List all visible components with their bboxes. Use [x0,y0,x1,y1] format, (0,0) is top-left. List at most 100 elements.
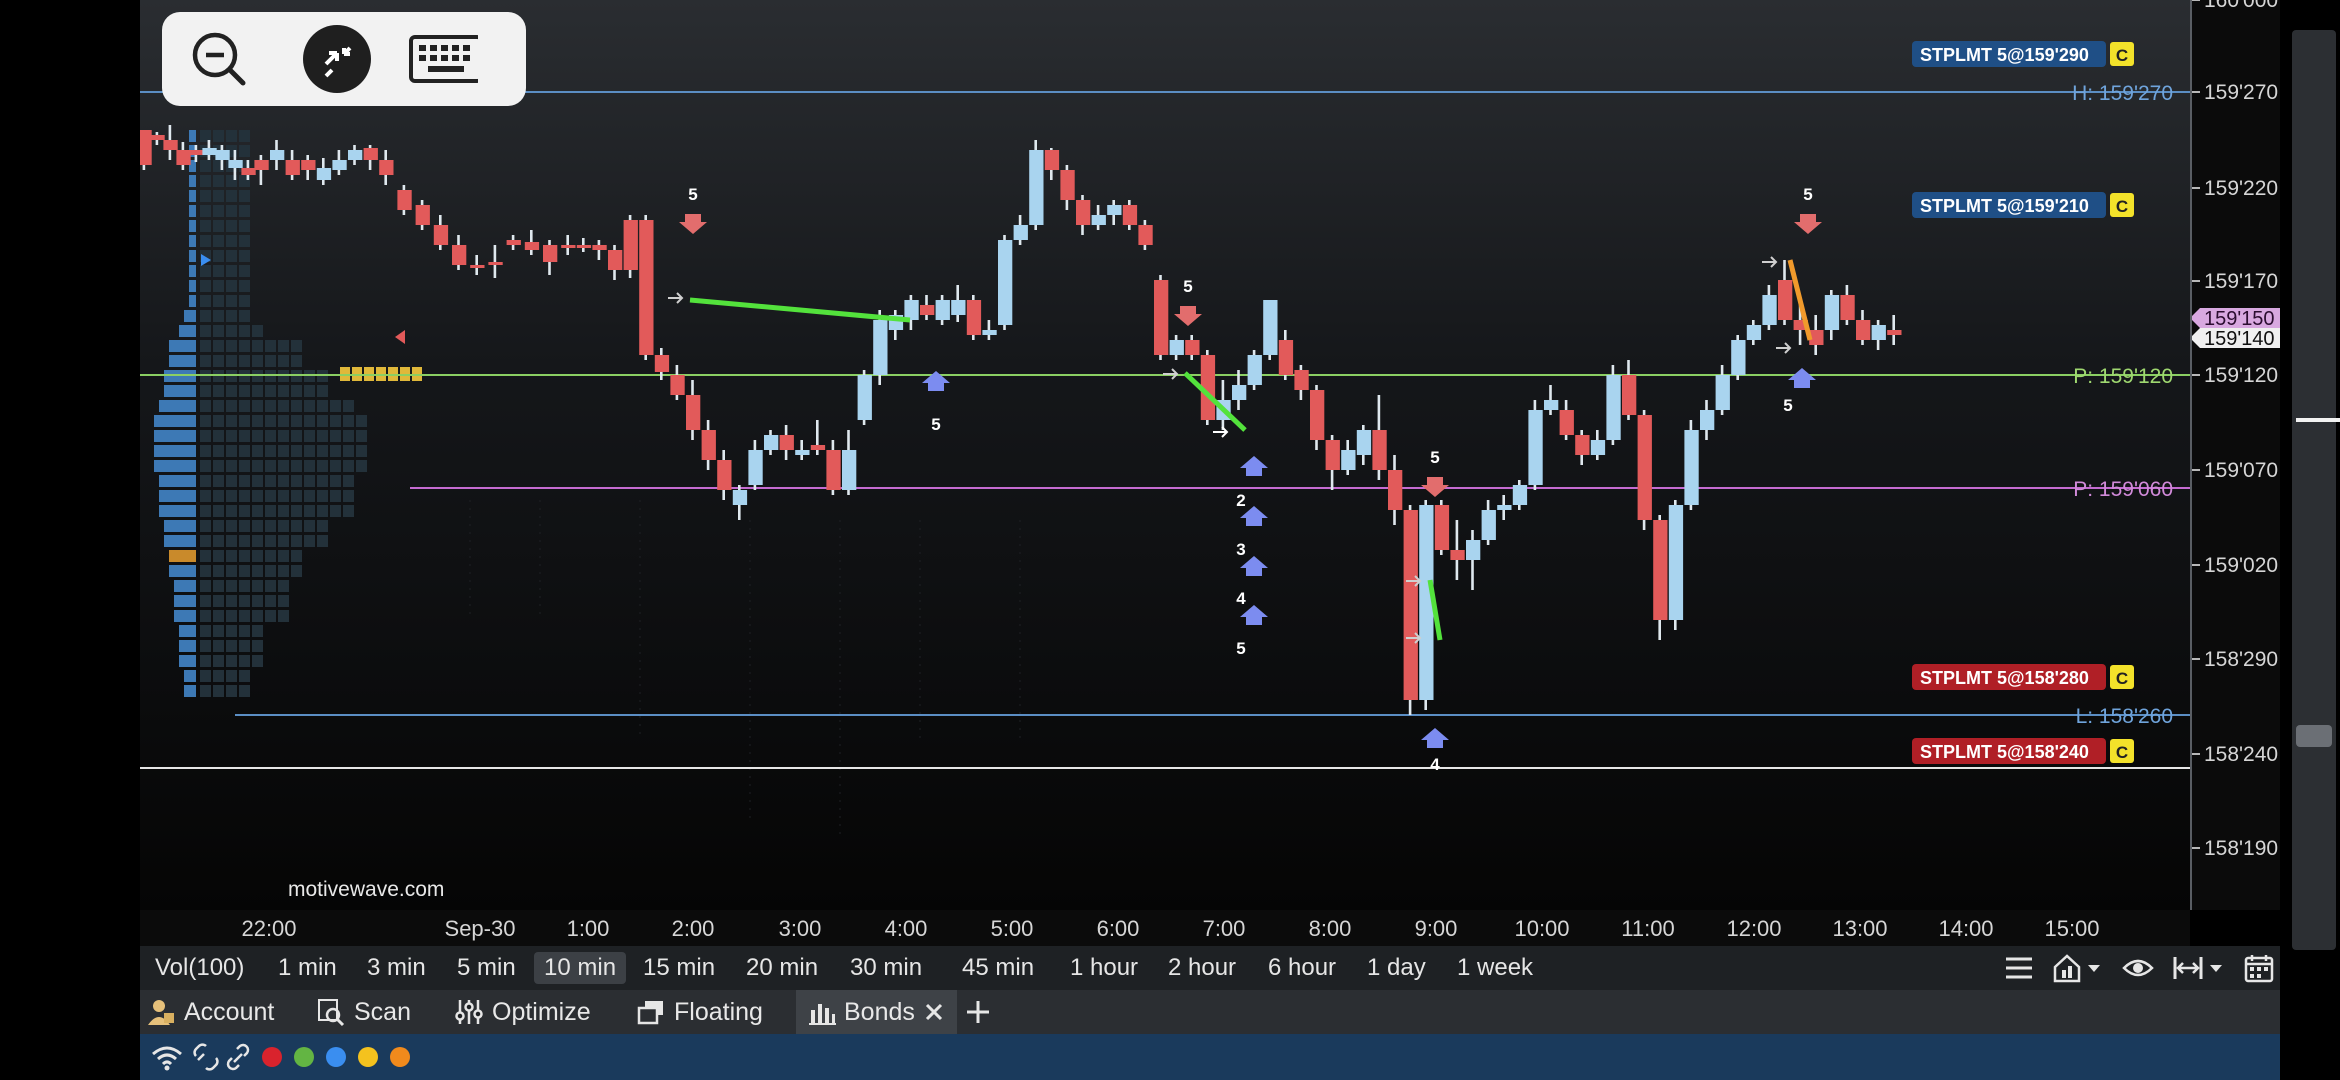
profile-cell [200,445,211,457]
remote-desktop-button[interactable] [302,24,372,94]
order-label-text: STPLMT 5@158'240 [1920,742,2089,762]
price-axis[interactable]: 160'000 159'270 159'220 159'170 159'120 … [2190,0,2282,910]
timeframe-30min[interactable]: 30 min [840,952,932,984]
timeframe-3min[interactable]: 3 min [357,952,436,984]
profile-cell [226,475,237,487]
profile-cell [317,505,328,517]
tab-label: Floating [674,997,763,1026]
timeframe-20min[interactable]: 20 min [736,952,828,984]
volume-bar [179,655,196,667]
profile-cell [330,400,341,412]
profile-cell [278,535,289,547]
price-tick: 159'070 [2204,459,2278,482]
candle-body [1091,215,1106,225]
profile-cell [291,520,302,532]
timeframe-1min[interactable]: 1 min [268,952,347,984]
order-label[interactable]: STPLMT 5@158'240 C [1912,738,2134,764]
close-icon[interactable] [923,1001,945,1023]
volume-bar [159,475,196,487]
profile-cell [278,475,289,487]
tab-scan[interactable]: Scan [316,990,411,1034]
volume-bar [159,505,196,517]
timeframe-15min[interactable]: 15 min [633,952,725,984]
profile-cell [213,175,224,187]
profile-cell [265,445,276,457]
status-bar [140,1034,2280,1080]
profile-cell [226,445,237,457]
price-chart[interactable]: H: 159'270 P: 159'120 P: 159'060 L: 158'… [137,0,2190,910]
cancel-tag[interactable]: C [2116,197,2128,216]
profile-cell [239,610,250,622]
profile-cell [252,520,263,532]
profile-cell [291,550,302,562]
candle-body [654,355,670,372]
order-label[interactable]: STPLMT 5@159'290 C [1912,41,2134,67]
profile-cell [226,505,237,517]
profile-cell [330,475,341,487]
cancel-tag[interactable]: C [2116,46,2128,65]
add-tab-button[interactable] [964,990,992,1034]
profile-cell [200,385,211,397]
volume-bar [184,670,196,682]
timeframe-2hour[interactable]: 2 hour [1158,952,1246,984]
profile-cell [200,265,211,277]
order-label[interactable]: STPLMT 5@158'280 C [1912,664,2134,690]
profile-cell [265,505,276,517]
house-chart-icon[interactable] [2052,953,2104,983]
tab-optimize[interactable]: Optimize [454,990,591,1034]
profile-cell [200,310,211,322]
time-axis[interactable]: 22:00 Sep-30 1:00 2:00 3:00 4:00 5:00 6:… [140,910,2190,946]
candle-body [779,435,794,450]
remote-desktop-icon [303,25,371,93]
profile-cell [330,490,341,502]
keyboard-button[interactable] [408,24,478,94]
scroll-indicator [2296,418,2340,422]
timeframe-5min[interactable]: 5 min [447,952,526,984]
candle-body [1762,295,1777,325]
profile-cell [265,385,276,397]
timeframe-6hour[interactable]: 6 hour [1258,952,1346,984]
profile-cell [213,475,224,487]
tab-floating[interactable]: Floating [636,990,763,1034]
timeframe-10min[interactable]: 10 min [534,952,627,984]
profile-cell [252,400,263,412]
tab-bonds[interactable]: Bonds [796,990,957,1034]
timeframe-1week[interactable]: 1 week [1447,952,1543,984]
candle-body [686,395,701,430]
candle-body [982,330,997,335]
cancel-tag[interactable]: C [2116,743,2128,762]
time-tick: 13:00 [1832,916,1888,941]
calendar-icon[interactable] [2244,953,2274,983]
cancel-tag[interactable]: C [2116,669,2128,688]
timeframe-1hour[interactable]: 1 hour [1060,952,1148,984]
order-label[interactable]: STPLMT 5@159'210 C [1912,192,2134,218]
eye-icon[interactable] [2122,954,2154,982]
fit-width-icon[interactable] [2172,953,2226,983]
chart-canvas: H: 159'270 P: 159'120 P: 159'060 L: 158'… [137,41,2190,840]
profile-cell [317,475,328,487]
profile-cell [213,550,224,562]
time-tick: 8:00 [1308,916,1352,941]
profile-cell [343,460,354,472]
timeframe-vol100[interactable]: Vol(100) [145,952,254,984]
zoom-out-button[interactable] [184,24,254,94]
profile-cell [200,580,211,592]
timeframe-45min[interactable]: 45 min [952,952,1044,984]
vertical-scrollbar[interactable] [2292,30,2336,950]
profile-cell [239,280,250,292]
profile-cell [304,430,315,442]
candle-body [904,300,919,320]
profile-cell [213,640,224,652]
candle-body [228,160,243,168]
profile-cell [265,430,276,442]
timeframe-1day[interactable]: 1 day [1357,952,1436,984]
tab-account[interactable]: Account [146,990,274,1034]
buy-marker: 5 [922,371,950,434]
profile-cell [265,520,276,532]
profile-cell [200,190,211,202]
profile-cell [213,595,224,607]
scroll-thumb[interactable] [2296,725,2332,747]
profile-cell [265,400,276,412]
menu-icon[interactable] [2004,954,2034,982]
candle-body [670,375,685,395]
